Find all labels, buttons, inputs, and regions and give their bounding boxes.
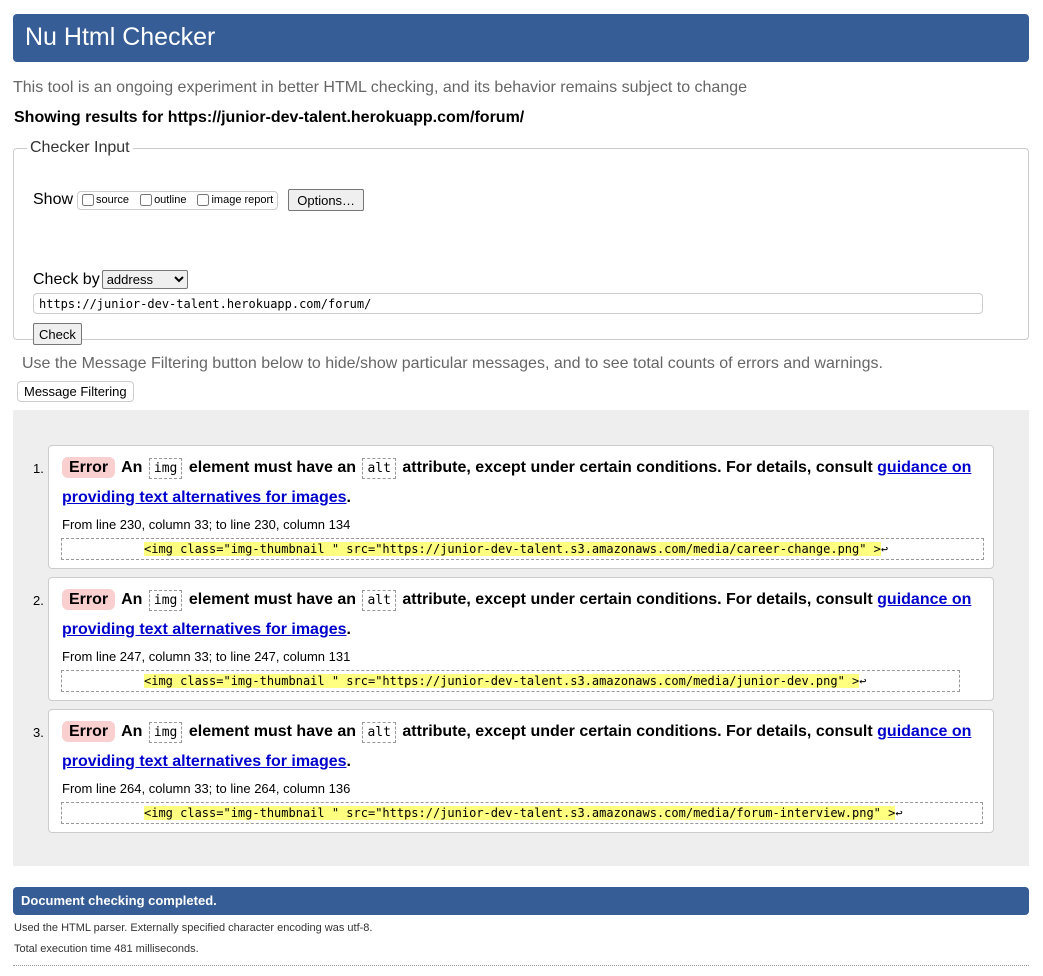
message-text: Error An img element must have an alt att… xyxy=(62,717,982,776)
check-by-row: Check by address xyxy=(33,270,188,289)
inline-code: img xyxy=(148,590,183,611)
show-options-group: source outline image report xyxy=(77,190,279,210)
message-location: From line 247, column 33; to line 247, c… xyxy=(62,649,351,664)
message-number: 1. xyxy=(33,461,44,476)
checker-input-legend: Checker Input xyxy=(30,139,130,156)
show-image-report-option[interactable]: image report xyxy=(196,194,273,206)
check-by-label: Check by xyxy=(33,270,100,288)
error-message: Error An img element must have an alt att… xyxy=(48,577,994,701)
check-button[interactable]: Check xyxy=(33,323,82,345)
experiment-note: This tool is an ongoing experiment in be… xyxy=(13,79,748,96)
code-extract: <img class="img-thumbnail " src="https:/… xyxy=(61,802,983,824)
page-title: Nu Html Checker xyxy=(25,23,216,51)
show-source-option[interactable]: source xyxy=(81,194,129,206)
inline-code: img xyxy=(148,458,183,479)
message-post: attribute, except under certain conditio… xyxy=(402,723,873,740)
extract-highlight: <img class="img-thumbnail " src="https:/… xyxy=(144,806,896,820)
error-badge: Error xyxy=(62,589,116,610)
inline-code: img xyxy=(148,722,183,743)
error-message: Error An img element must have an alt att… xyxy=(48,445,994,569)
results-for-heading: Showing results for https://junior-dev-t… xyxy=(14,109,525,126)
message-end: . xyxy=(346,621,351,638)
extract-highlight: <img class="img-thumbnail " src="https:/… xyxy=(144,542,881,556)
message-location: From line 230, column 33; to line 230, c… xyxy=(62,517,351,532)
error-message: Error An img element must have an alt att… xyxy=(48,709,994,833)
execution-time: Total execution time 481 milliseconds. xyxy=(14,943,199,955)
message-pre: An xyxy=(121,459,143,476)
checker-input-fieldset: Checker Input Show source outline image … xyxy=(13,139,1029,345)
options-button[interactable]: Options… xyxy=(288,189,365,211)
outline-label: outline xyxy=(154,194,187,206)
return-icon: ↩ xyxy=(859,674,867,688)
results-panel: 1. Error An img element must have an alt … xyxy=(13,410,1029,866)
message-pre: An xyxy=(121,591,143,608)
inline-code: alt xyxy=(362,590,396,611)
message-mid: element must have an xyxy=(188,591,357,608)
error-badge: Error xyxy=(62,721,116,742)
message-text: Error An img element must have an alt att… xyxy=(62,585,982,644)
source-label: source xyxy=(96,194,130,206)
message-location: From line 264, column 33; to line 264, c… xyxy=(62,781,351,796)
filter-note: Use the Message Filtering button below t… xyxy=(22,355,883,372)
error-badge: Error xyxy=(62,457,116,478)
inline-code: alt xyxy=(362,458,396,479)
url-input[interactable] xyxy=(33,293,983,314)
message-end: . xyxy=(346,489,351,506)
check-by-select[interactable]: address xyxy=(101,270,188,289)
message-end: . xyxy=(346,753,351,770)
extract-highlight: <img class="img-thumbnail " src="https:/… xyxy=(144,674,860,688)
page-header: Nu Html Checker xyxy=(13,14,1029,62)
message-text: Error An img element must have an alt att… xyxy=(62,453,982,512)
parser-note: Used the HTML parser. Externally specifi… xyxy=(14,922,373,934)
show-row: Show source outline image report Options… xyxy=(33,189,365,211)
code-extract: <img class="img-thumbnail " src="https:/… xyxy=(61,670,960,692)
message-filtering-button[interactable]: Message Filtering xyxy=(17,381,134,402)
message-post: attribute, except under certain conditio… xyxy=(402,591,873,608)
return-icon: ↩ xyxy=(880,542,889,556)
show-outline-option[interactable]: outline xyxy=(139,194,186,206)
code-extract: <img class="img-thumbnail " src="https:/… xyxy=(61,538,984,560)
message-mid: element must have an xyxy=(188,459,357,476)
image-report-label: image report xyxy=(211,194,274,206)
inline-code: alt xyxy=(362,722,396,743)
show-label: Show xyxy=(33,191,74,208)
source-checkbox[interactable] xyxy=(82,194,95,206)
bottom-divider xyxy=(13,965,1029,966)
outline-checkbox[interactable] xyxy=(140,194,153,206)
message-number: 2. xyxy=(33,593,44,608)
message-mid: element must have an xyxy=(188,723,357,740)
message-pre: An xyxy=(121,723,143,740)
message-number: 3. xyxy=(33,725,44,740)
message-post: attribute, except under certain conditio… xyxy=(402,459,873,476)
status-bar: Document checking completed. xyxy=(13,887,1029,915)
return-icon: ↩ xyxy=(895,806,903,820)
image-report-checkbox[interactable] xyxy=(197,194,210,206)
